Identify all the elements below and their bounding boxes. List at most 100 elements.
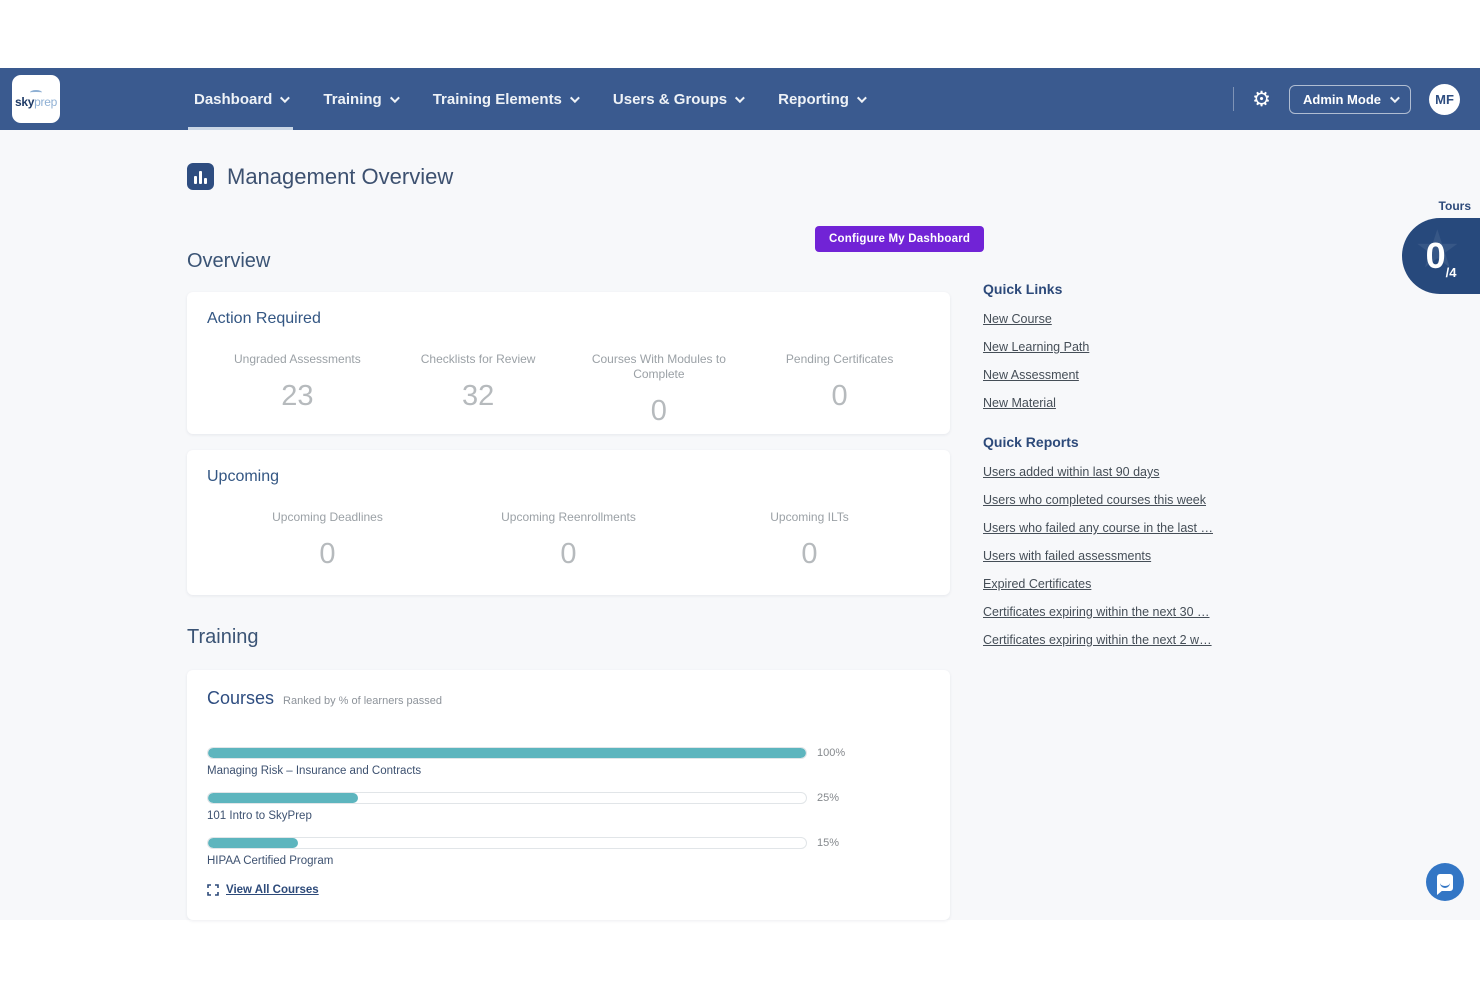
bar-chart-icon — [187, 163, 214, 190]
stat-upcoming-deadlines: Upcoming Deadlines 0 — [207, 510, 448, 571]
skyprep-logo[interactable]: skyprep — [12, 75, 60, 123]
user-avatar[interactable]: MF — [1429, 84, 1460, 115]
progress-percent: 15% — [817, 837, 839, 849]
star-icon: ★ — [1414, 220, 1461, 280]
stat-checklists-for-review: Checklists for Review 32 — [388, 352, 569, 428]
chat-launcher-button[interactable] — [1426, 863, 1464, 901]
link-new-course[interactable]: New Course — [983, 312, 1223, 326]
chevron-down-icon — [570, 93, 580, 103]
stat-value: 0 — [207, 538, 448, 571]
logo-prep: prep — [34, 95, 57, 109]
stat-label: Courses With Modules to Complete — [579, 352, 739, 382]
chevron-down-icon — [857, 93, 867, 103]
progress-bar-fill — [208, 793, 358, 803]
nav-item-label: Users & Groups — [613, 91, 727, 108]
nav-item-training[interactable]: Training — [317, 68, 402, 130]
tours-badge[interactable]: ★ 0 /4 — [1402, 218, 1480, 294]
configure-dashboard-button[interactable]: Configure My Dashboard — [815, 226, 984, 252]
chevron-down-icon — [390, 93, 400, 103]
progress-percent: 25% — [817, 792, 839, 804]
report-users-failed-any-course[interactable]: Users who failed any course in the last … — [983, 521, 1223, 535]
stat-label: Ungraded Assessments — [217, 352, 377, 367]
courses-card-header: Courses Ranked by % of learners passed — [207, 688, 930, 709]
upcoming-title: Upcoming — [207, 468, 930, 486]
stat-upcoming-reenrollments: Upcoming Reenrollments 0 — [448, 510, 689, 571]
top-navbar: skyprep Dashboard Training Training Elem… — [0, 68, 1480, 130]
report-expired-certificates[interactable]: Expired Certificates — [983, 577, 1223, 591]
action-required-title: Action Required — [207, 310, 930, 328]
tours-label: Tours — [1439, 199, 1471, 213]
chevron-down-icon — [1390, 93, 1400, 103]
courses-card: Courses Ranked by % of learners passed 1… — [187, 670, 950, 920]
stat-value: 0 — [749, 380, 930, 413]
stat-value: 32 — [388, 380, 569, 413]
report-certificates-expiring-2w[interactable]: Certificates expiring within the next 2 … — [983, 633, 1223, 647]
navbar-right-cluster: ⚙ Admin Mode MF — [1233, 84, 1460, 115]
quick-reports-title: Quick Reports — [983, 434, 1223, 450]
report-certificates-expiring-30[interactable]: Certificates expiring within the next 30… — [983, 605, 1223, 619]
view-all-courses-link[interactable]: View All Courses — [207, 884, 930, 896]
stat-label: Upcoming Reenrollments — [489, 510, 649, 525]
report-users-added-90-days[interactable]: Users added within last 90 days — [983, 465, 1223, 479]
progress-bar-fill — [208, 748, 806, 758]
nav-item-label: Dashboard — [194, 91, 272, 108]
stat-label: Pending Certificates — [760, 352, 920, 367]
stat-value: 0 — [569, 395, 750, 428]
stat-value: 0 — [448, 538, 689, 571]
admin-mode-label: Admin Mode — [1303, 92, 1381, 107]
nav-item-label: Training — [323, 91, 381, 108]
progress-bar-track — [207, 747, 807, 759]
progress-percent: 100% — [817, 747, 845, 759]
report-users-failed-assessments[interactable]: Users with failed assessments — [983, 549, 1223, 563]
gear-icon[interactable]: ⚙ — [1252, 89, 1271, 110]
main-nav: Dashboard Training Training Elements Use… — [188, 68, 894, 130]
stat-courses-with-modules: Courses With Modules to Complete 0 — [569, 352, 750, 428]
stat-label: Upcoming ILTs — [730, 510, 890, 525]
progress-bar-fill — [208, 838, 298, 848]
action-required-card: Action Required Ungraded Assessments 23 … — [187, 292, 950, 434]
nav-item-training-elements[interactable]: Training Elements — [427, 68, 583, 130]
stat-value: 0 — [689, 538, 930, 571]
chevron-down-icon — [280, 93, 290, 103]
page-title: Management Overview — [227, 164, 453, 190]
course-row: 15% HIPAA Certified Program — [207, 837, 930, 867]
view-all-courses-label: View All Courses — [226, 884, 319, 896]
logo-sky: sky — [15, 95, 34, 109]
dashboard-page: Management Overview Configure My Dashboa… — [0, 130, 1480, 920]
nav-item-dashboard[interactable]: Dashboard — [188, 68, 293, 130]
courses-bar-chart: 100% Managing Risk – Insurance and Contr… — [207, 747, 930, 867]
stat-label: Checklists for Review — [398, 352, 558, 367]
progress-bar-track — [207, 837, 807, 849]
stat-pending-certificates: Pending Certificates 0 — [749, 352, 930, 428]
quick-reports-section: Quick Reports Users added within last 90… — [983, 434, 1223, 647]
navbar-divider — [1233, 87, 1234, 111]
link-new-material[interactable]: New Material — [983, 396, 1223, 410]
right-sidebar: Quick Links New Course New Learning Path… — [983, 281, 1223, 661]
overview-heading: Overview — [187, 250, 270, 273]
stat-ungraded-assessments: Ungraded Assessments 23 — [207, 352, 388, 428]
admin-mode-dropdown[interactable]: Admin Mode — [1289, 85, 1411, 114]
upcoming-stats: Upcoming Deadlines 0 Upcoming Reenrollme… — [207, 510, 930, 571]
training-heading: Training — [187, 626, 259, 649]
link-new-learning-path[interactable]: New Learning Path — [983, 340, 1223, 354]
expand-icon — [207, 884, 219, 896]
nav-item-reporting[interactable]: Reporting — [772, 68, 870, 130]
quick-links-section: Quick Links New Course New Learning Path… — [983, 281, 1223, 410]
report-users-completed-this-week[interactable]: Users who completed courses this week — [983, 493, 1223, 507]
course-name: 101 Intro to SkyPrep — [207, 810, 930, 822]
chevron-down-icon — [735, 93, 745, 103]
nav-item-users-groups[interactable]: Users & Groups — [607, 68, 748, 130]
course-row: 25% 101 Intro to SkyPrep — [207, 792, 930, 822]
stat-value: 23 — [207, 380, 388, 413]
page-title-row: Management Overview — [187, 163, 453, 190]
chat-bubble-icon — [1437, 874, 1453, 891]
stat-label: Upcoming Deadlines — [248, 510, 408, 525]
action-required-stats: Ungraded Assessments 23 Checklists for R… — [207, 352, 930, 428]
link-new-assessment[interactable]: New Assessment — [983, 368, 1223, 382]
bottom-white-strip — [0, 920, 1480, 987]
progress-bar-track — [207, 792, 807, 804]
course-name: HIPAA Certified Program — [207, 855, 930, 867]
skyprep-logo-text: skyprep — [15, 96, 57, 108]
top-white-strip — [0, 0, 1480, 68]
upcoming-card: Upcoming Upcoming Deadlines 0 Upcoming R… — [187, 450, 950, 595]
